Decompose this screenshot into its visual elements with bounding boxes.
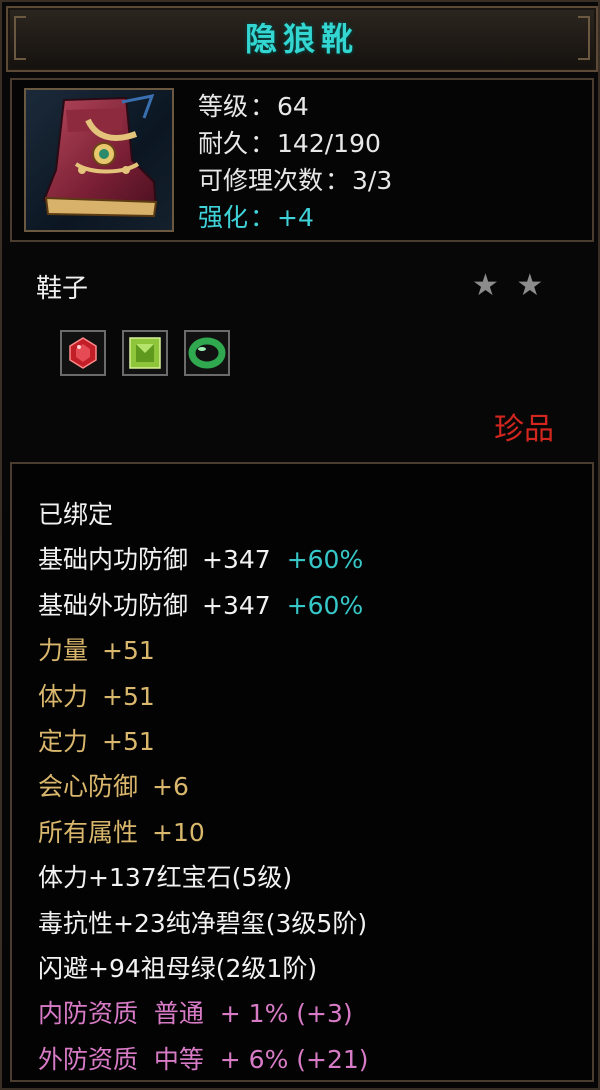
outer-defense-value: +347 <box>202 590 271 620</box>
durability-line: 耐久：142/190 <box>198 125 392 162</box>
rarity-label: 珍品 <box>494 412 554 447</box>
item-name: 隐狼靴 <box>244 20 359 58</box>
item-info-panel: 等级：64 耐久：142/190 可修理次数：3/3 强化：+4 <box>10 78 594 242</box>
outer-defense-label: 基础外功防御 <box>38 590 189 620</box>
durability-value: 142/190 <box>277 129 381 158</box>
red-gem-icon[interactable] <box>60 330 106 376</box>
bound-status: 已绑定 <box>38 500 114 529</box>
strength-value: +51 <box>102 636 155 666</box>
inner-defense-label: 基础内功防御 <box>38 545 189 575</box>
attribute-panel: 已绑定 基础内功防御 +347 +60% 基础外功防御 +347 +60% 力量 +51 … <box>10 462 594 1082</box>
crit-defense-value: +6 <box>152 772 189 802</box>
outer-defense-line: 基础外功防御 +347 +60% <box>38 583 369 628</box>
focus-label: 定力 <box>38 727 89 757</box>
inner-quality-line: 内防资质 普通 + 1% (+3) <box>38 999 353 1029</box>
attribute-list: 已绑定 基础内功防御 +347 +60% 基础外功防御 +347 +60% 力量 +51 … <box>38 492 369 1082</box>
repair-value: 3/3 <box>352 166 393 195</box>
level-value: 64 <box>277 92 309 121</box>
crit-defense-line: 会心防御 +6 <box>38 764 369 809</box>
star-rating: ★ ★ <box>472 268 548 303</box>
outer-quality-line: 外防资质 中等 + 6% (+21) <box>38 1044 369 1074</box>
gem-bonus-3: 闪避+94祖母绿(2级1阶) <box>38 954 318 984</box>
gem-bonus-1: 体力+137红宝石(5级) <box>38 863 293 893</box>
focus-value: +51 <box>102 727 155 757</box>
repair-separator: ： <box>325 166 351 195</box>
all-attributes-line: 所有属性 +10 <box>38 810 369 855</box>
gem-bonus-2: 毒抗性+23纯净碧玺(3级5阶) <box>38 908 368 938</box>
item-tooltip-window: 隐狼靴 等级：64 耐久：142/190 可修理次数：3/3 强化：+4 鞋子 … <box>0 0 600 1090</box>
item-type: 鞋子 <box>36 274 89 304</box>
jade-ring-icon[interactable] <box>184 330 230 376</box>
durability-label: 耐久 <box>198 129 249 158</box>
stamina-line: 体力 +51 <box>38 674 369 719</box>
level-separator: ： <box>250 92 276 121</box>
focus-line: 定力 +51 <box>38 719 369 764</box>
level-line: 等级：64 <box>198 88 392 125</box>
item-stats: 等级：64 耐久：142/190 可修理次数：3/3 强化：+4 <box>198 88 392 236</box>
boots-icon <box>24 88 174 232</box>
enhance-separator: ： <box>250 203 276 232</box>
repair-label: 可修理次数 <box>198 166 324 195</box>
repair-line: 可修理次数：3/3 <box>198 162 392 199</box>
strength-line: 力量 +51 <box>38 628 369 673</box>
enhance-line: 强化：+4 <box>198 199 392 236</box>
strength-label: 力量 <box>38 636 89 666</box>
stamina-value: +51 <box>102 681 155 711</box>
durability-separator: ： <box>250 129 276 158</box>
level-label: 等级 <box>198 92 249 121</box>
outer-defense-percent: +60% <box>286 590 364 620</box>
crit-defense-label: 会心防御 <box>38 772 139 802</box>
enhance-label: 强化 <box>198 203 249 232</box>
inner-defense-percent: +60% <box>286 545 364 575</box>
enhance-value: +4 <box>277 203 314 232</box>
inner-defense-value: +347 <box>202 545 271 575</box>
stamina-label: 体力 <box>38 681 89 711</box>
inner-defense-line: 基础内功防御 +347 +60% <box>38 537 369 582</box>
green-gem-icon[interactable] <box>122 330 168 376</box>
title-bar: 隐狼靴 <box>6 6 598 72</box>
all-attributes-value: +10 <box>152 817 205 847</box>
all-attributes-label: 所有属性 <box>38 817 139 847</box>
